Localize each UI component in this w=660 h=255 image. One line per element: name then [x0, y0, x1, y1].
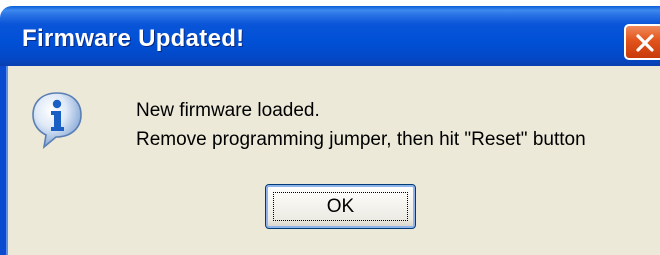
- ok-button[interactable]: OK: [265, 184, 416, 229]
- information-icon: [32, 92, 82, 149]
- window-frame-left-highlight: [6, 66, 8, 255]
- close-button[interactable]: [624, 24, 660, 60]
- dialog-title: Firmware Updated!: [22, 25, 245, 52]
- close-x-icon: [636, 34, 654, 52]
- message-line-2: Remove programming jumper, then hit "Res…: [136, 129, 586, 150]
- message-dialog: Firmware Updated! New firmware loaded. R…: [0, 0, 660, 255]
- ok-button-label: OK: [326, 196, 355, 217]
- message-line-1: New firmware loaded.: [136, 100, 320, 121]
- dialog-message: New firmware loaded. Remove programming …: [136, 96, 586, 154]
- title-bar[interactable]: Firmware Updated!: [0, 6, 660, 66]
